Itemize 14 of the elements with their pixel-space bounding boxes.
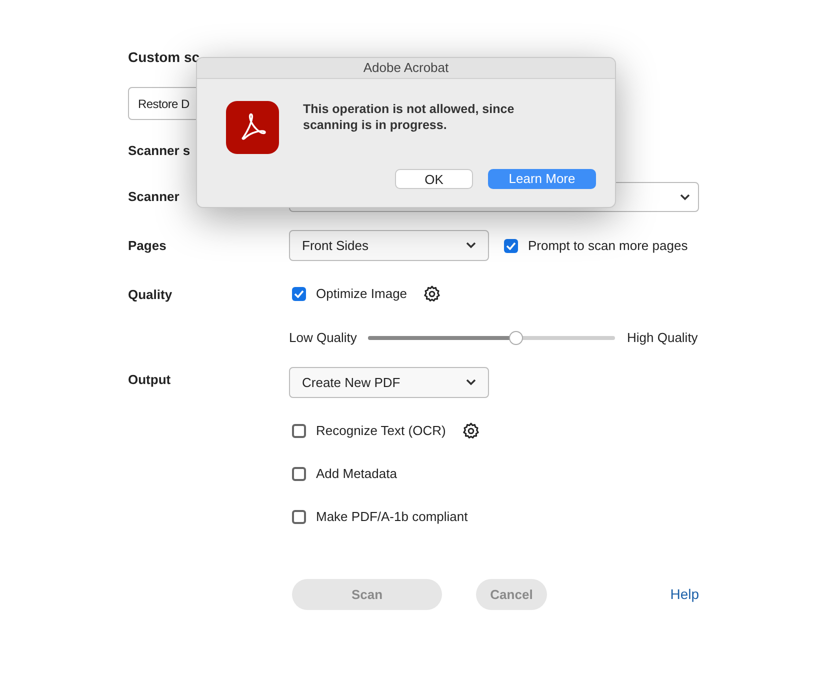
checkbox-label: Make PDF/A-1b compliant [316,508,468,526]
field-label: Output [128,372,171,387]
checkbox-label: Recognize Text (OCR) [316,422,446,440]
checkbox-label: Add Metadata [316,465,397,484]
slider-label: Low Quality [289,329,358,348]
dialog-title: Adobe Acrobat [363,59,449,78]
field-label: Quality [128,287,172,302]
field-label: Scanner [128,188,180,206]
checkbox-label: Prompt to scan more pages [528,236,688,255]
checkbox-label: Optimize Image [316,285,408,304]
slider-label: High Quality [627,329,698,348]
section-heading: Scanner s [128,142,190,160]
field-label: Pages [128,236,166,255]
dialog-message: This operation is not allowed, since scanning is in progress. [303,101,516,133]
